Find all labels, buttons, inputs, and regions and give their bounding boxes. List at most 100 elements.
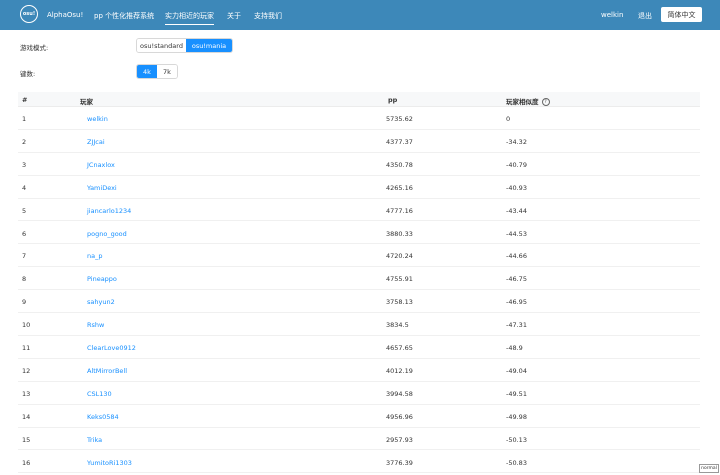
similarity-cell: -46.95 xyxy=(506,298,527,307)
player-link[interactable]: ZJJcai xyxy=(87,138,105,146)
similarity-cell: -44.53 xyxy=(506,229,527,238)
pp-cell: 4265.16 xyxy=(386,183,413,192)
help-icon[interactable]: ? xyxy=(541,98,550,106)
player-link[interactable]: sahyun2 xyxy=(87,298,115,306)
table-row: 14 Keks0584 4956.96 -49.98 xyxy=(18,405,700,428)
table-row: 8 Pineappo 4755.91 -46.75 xyxy=(18,267,700,291)
table-row: 4 YamiDexi 4265.16 -40.93 xyxy=(18,176,700,199)
col-rank: # xyxy=(22,96,28,104)
pp-cell: 3758.13 xyxy=(386,298,413,307)
rank-cell: 8 xyxy=(22,275,27,284)
nav-support-us[interactable]: 支持我们 xyxy=(254,11,282,21)
keys-segmented: 4k 7k xyxy=(136,64,178,79)
similarity-cell: -46.75 xyxy=(506,275,527,284)
similarity-cell: -40.93 xyxy=(506,183,527,192)
table-row: 1 welkin 5735.62 0 xyxy=(18,107,700,130)
rank-cell: 2 xyxy=(22,137,27,146)
player-link[interactable]: Trika xyxy=(87,436,102,444)
table-row: 5 jiancarlo1234 4777.16 -43.44 xyxy=(18,199,700,222)
pp-cell: 4377.37 xyxy=(386,137,413,146)
status-badge: normal xyxy=(699,464,719,473)
player-link[interactable]: Pineappo xyxy=(87,275,117,283)
player-link[interactable]: Keks0584 xyxy=(87,413,119,421)
table-row: 2 ZJJcai 4377.37 -34.32 xyxy=(18,130,700,153)
player-link[interactable]: AltMirrorBell xyxy=(87,367,127,375)
similarity-cell: -43.44 xyxy=(506,206,527,215)
player-link[interactable]: jiancarlo1234 xyxy=(87,207,131,215)
top-navbar: osu! AlphaOsu! pp 个性化推荐系统 实力相近的玩家 关于 支持我… xyxy=(0,0,720,30)
mode-osu-mania[interactable]: osu!mania xyxy=(186,39,232,52)
table-row: 6 pogno_good 3880.33 -44.53 xyxy=(18,222,700,245)
similarity-cell: -50.13 xyxy=(506,435,527,444)
col-player: 玩家 xyxy=(80,98,93,106)
table-row: 13 CSL130 3994.58 -49.51 xyxy=(18,382,700,405)
col-similarity-label: 玩家相似度 xyxy=(506,98,539,106)
key-7k[interactable]: 7k xyxy=(157,65,177,78)
pp-cell: 3880.33 xyxy=(386,229,413,238)
player-link[interactable]: na_p xyxy=(87,252,102,260)
table-row: 3 JCnaxlox 4350.78 -40.79 xyxy=(18,153,700,176)
rank-cell: 13 xyxy=(22,389,31,398)
rank-cell: 5 xyxy=(22,206,27,215)
username-link[interactable]: welkin xyxy=(601,11,623,19)
similarity-cell: -49.51 xyxy=(506,389,527,398)
rank-cell: 4 xyxy=(22,183,27,192)
rank-cell: 11 xyxy=(22,344,31,352)
similarity-cell: -49.04 xyxy=(506,366,527,375)
pp-cell: 3834.5 xyxy=(386,321,409,330)
pp-cell: 4012.19 xyxy=(386,366,413,375)
player-link[interactable]: YumitoRi1303 xyxy=(87,459,132,467)
pp-cell: 3994.58 xyxy=(386,389,413,398)
similarity-cell: -44.66 xyxy=(506,252,527,261)
game-mode-segmented: osu!standard osu!mania xyxy=(136,38,233,53)
player-link[interactable]: welkin xyxy=(87,115,108,123)
similarity-cell: -40.79 xyxy=(506,160,527,169)
table-row: 15 Trika 2957.93 -50.13 xyxy=(18,428,700,451)
pp-cell: 4777.16 xyxy=(386,206,413,215)
pp-cell: 4657.65 xyxy=(386,344,413,352)
game-mode-label: 游戏模式: xyxy=(20,44,49,52)
pp-cell: 3776.39 xyxy=(386,458,413,467)
similarity-cell: -47.31 xyxy=(506,321,527,330)
player-link[interactable]: YamiDexi xyxy=(87,184,117,192)
similarity-cell: -50.83 xyxy=(506,458,527,467)
col-pp[interactable]: pp xyxy=(388,96,397,104)
mode-osu-standard[interactable]: osu!standard xyxy=(137,39,186,52)
pp-cell: 5735.62 xyxy=(386,115,413,123)
rank-cell: 9 xyxy=(22,298,27,307)
pp-cell: 4350.78 xyxy=(386,160,413,169)
rank-cell: 1 xyxy=(22,115,27,123)
col-similarity[interactable]: 玩家相似度? xyxy=(506,96,550,106)
player-link[interactable]: ClearLove0912 xyxy=(87,344,136,352)
rank-cell: 6 xyxy=(22,229,27,238)
similarity-cell: -34.32 xyxy=(506,137,527,146)
player-link[interactable]: pogno_good xyxy=(87,230,127,238)
player-link[interactable]: JCnaxlox xyxy=(87,161,115,169)
table-row: 9 sahyun2 3758.13 -46.95 xyxy=(18,290,700,314)
table-row: 12 AltMirrorBell 4012.19 -49.04 xyxy=(18,359,700,382)
rank-cell: 3 xyxy=(22,160,27,169)
brand-link[interactable]: AlphaOsu! xyxy=(47,11,83,19)
pp-cell: 2957.93 xyxy=(386,435,413,444)
pp-cell: 4956.96 xyxy=(386,412,413,421)
player-link[interactable]: CSL130 xyxy=(87,390,112,398)
key-4k[interactable]: 4k xyxy=(137,65,157,78)
table-header: # 玩家 pp 玩家相似度? xyxy=(18,92,700,107)
logout-link[interactable]: 退出 xyxy=(638,11,652,21)
rank-cell: 10 xyxy=(22,321,31,330)
rank-cell: 16 xyxy=(22,458,31,467)
language-select-button[interactable]: 简体中文 xyxy=(661,7,702,22)
rank-cell: 14 xyxy=(22,412,31,421)
nav-pp-recommend[interactable]: pp 个性化推荐系统 xyxy=(94,11,154,21)
table-row: 11 ClearLove0912 4657.65 -48.9 xyxy=(18,336,700,359)
osu-logo-icon[interactable]: osu! xyxy=(20,5,38,23)
keys-label: 键数: xyxy=(20,70,36,78)
nav-about[interactable]: 关于 xyxy=(227,11,241,21)
rank-cell: 15 xyxy=(22,435,31,444)
similarity-cell: 0 xyxy=(506,115,511,123)
table-row: 7 na_p 4720.24 -44.66 xyxy=(18,244,700,268)
pp-cell: 4720.24 xyxy=(386,252,413,261)
player-link[interactable]: Rshw xyxy=(87,321,104,329)
pp-cell: 4755.91 xyxy=(386,275,413,284)
nav-similar-players[interactable]: 实力相近的玩家 xyxy=(165,11,214,25)
